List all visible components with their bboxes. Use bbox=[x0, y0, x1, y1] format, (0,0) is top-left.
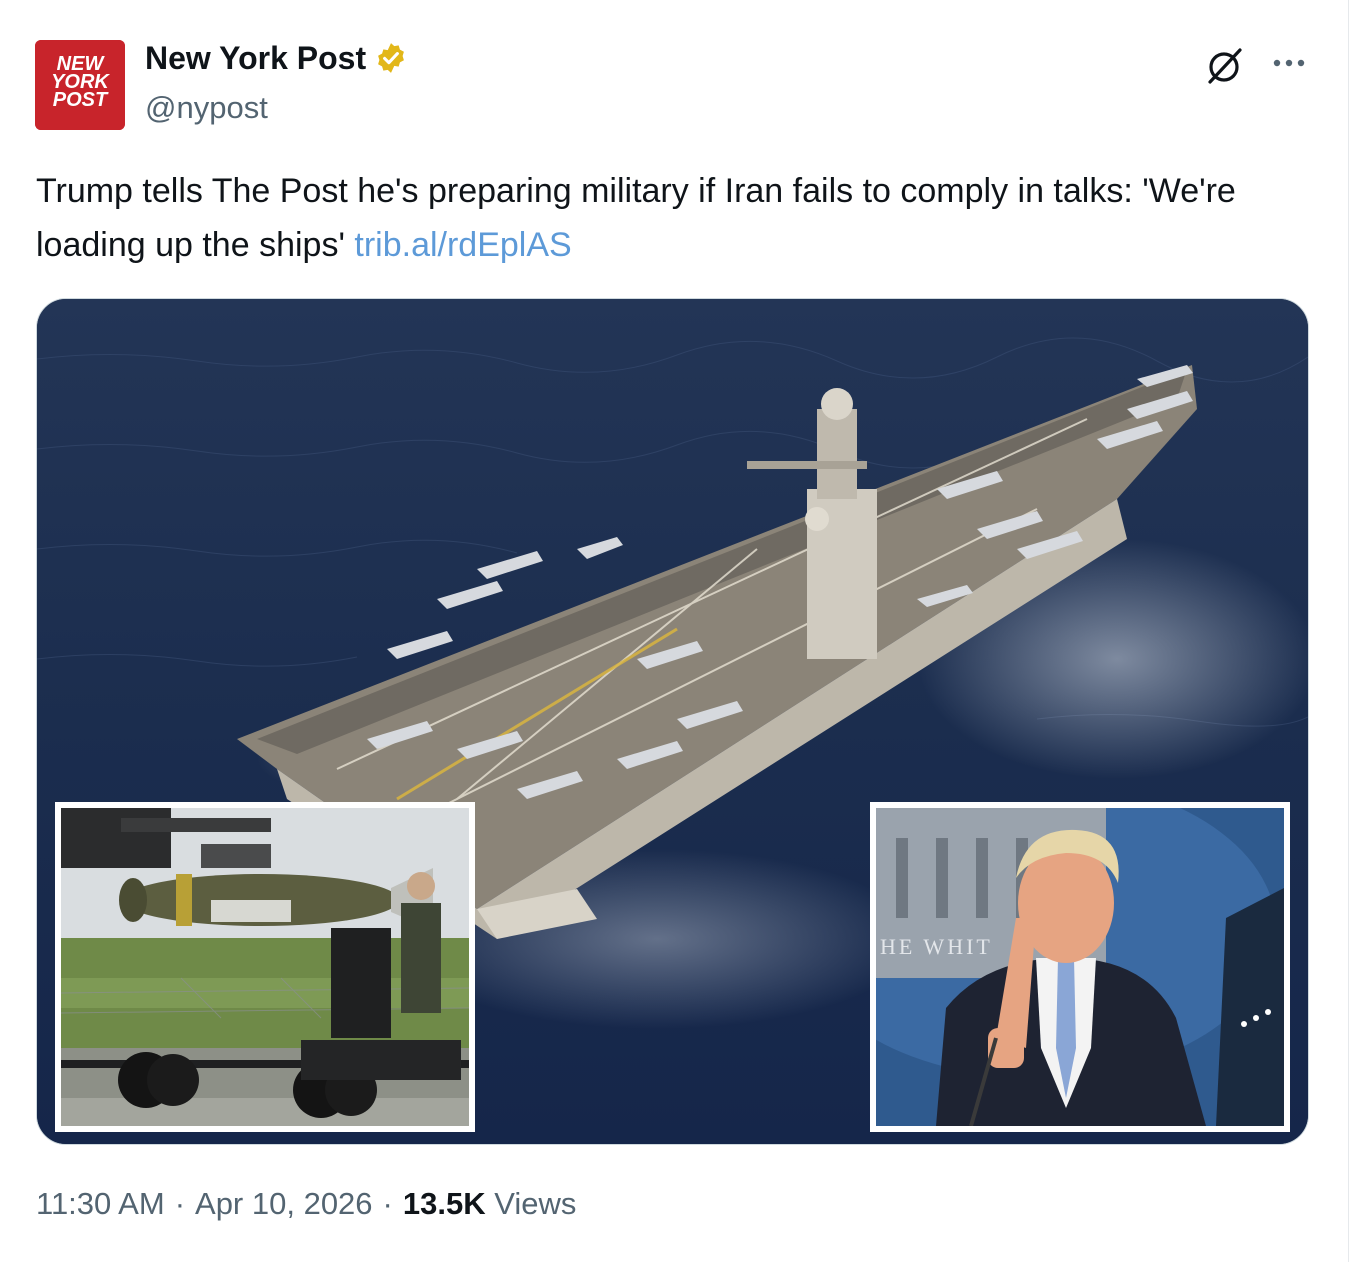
inset-podium-photo: HE WHIT bbox=[870, 802, 1290, 1132]
podium-photo: HE WHIT bbox=[876, 808, 1284, 1126]
tweet-link[interactable]: trib.al/rdEplAS bbox=[354, 226, 571, 264]
display-name-row[interactable]: New York Post bbox=[145, 41, 408, 75]
views-count: 13.5K bbox=[402, 1186, 486, 1221]
inset-bomb-photo bbox=[55, 802, 475, 1132]
avatar-line-3: POST bbox=[53, 89, 109, 111]
meta-separator-1: · bbox=[174, 1186, 186, 1221]
handle[interactable]: @nypost bbox=[145, 90, 268, 126]
meta-separator-2: · bbox=[382, 1186, 393, 1221]
tweet-time[interactable]: 11:30 AM bbox=[36, 1186, 165, 1222]
tweet-media[interactable]: HE WHIT bbox=[36, 298, 1309, 1145]
avatar[interactable]: NEW YORK POST bbox=[35, 40, 125, 130]
verified-badge-icon bbox=[378, 43, 405, 73]
timeline-border bbox=[1348, 0, 1349, 1262]
display-name[interactable]: New York Post bbox=[145, 42, 366, 74]
podium-wall-text: HE WHIT bbox=[880, 934, 993, 959]
tweet-text: Trump tells The Post he's preparing mili… bbox=[36, 164, 1326, 272]
bomb-photo bbox=[61, 808, 469, 1126]
more-icon[interactable] bbox=[1268, 42, 1310, 84]
views-label: Views bbox=[494, 1186, 577, 1221]
tweet-date[interactable]: Apr 10, 2026 bbox=[195, 1186, 373, 1222]
tweet-meta: 11:30 AM · Apr 10, 2026 · 13.5K Views bbox=[36, 1186, 576, 1222]
views-group[interactable]: 13.5K Views bbox=[403, 1186, 577, 1222]
grok-icon[interactable] bbox=[1202, 44, 1246, 88]
tweet-body: Trump tells The Post he's preparing mili… bbox=[36, 172, 1236, 264]
